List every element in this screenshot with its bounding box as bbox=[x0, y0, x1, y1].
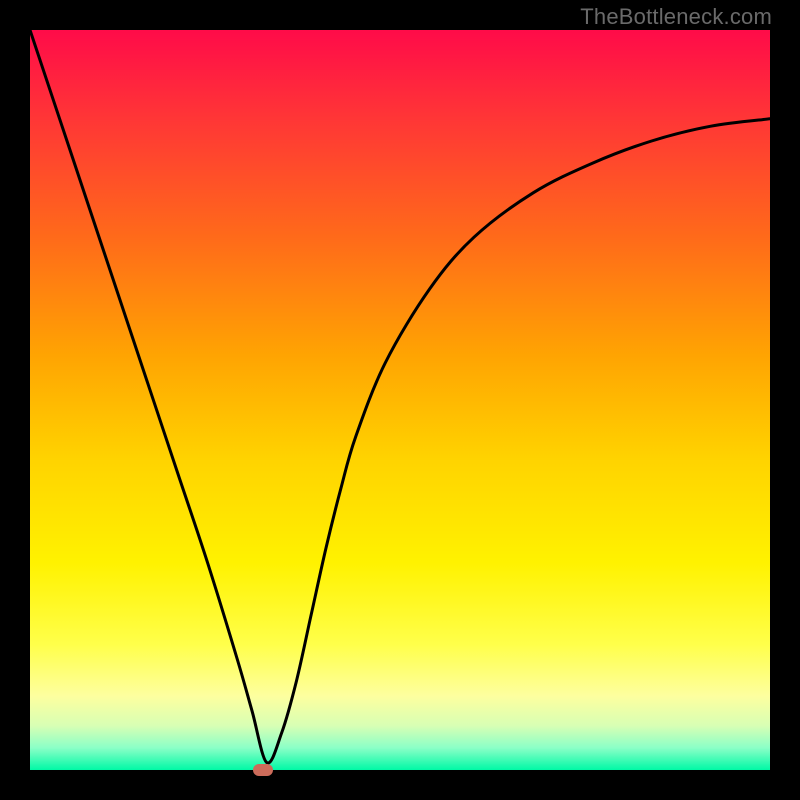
plot-area bbox=[30, 30, 770, 770]
chart-frame: TheBottleneck.com bbox=[0, 0, 800, 800]
watermark-text: TheBottleneck.com bbox=[580, 4, 772, 30]
minimum-marker bbox=[253, 764, 273, 776]
curve-svg bbox=[30, 30, 770, 770]
bottleneck-curve bbox=[30, 30, 770, 763]
